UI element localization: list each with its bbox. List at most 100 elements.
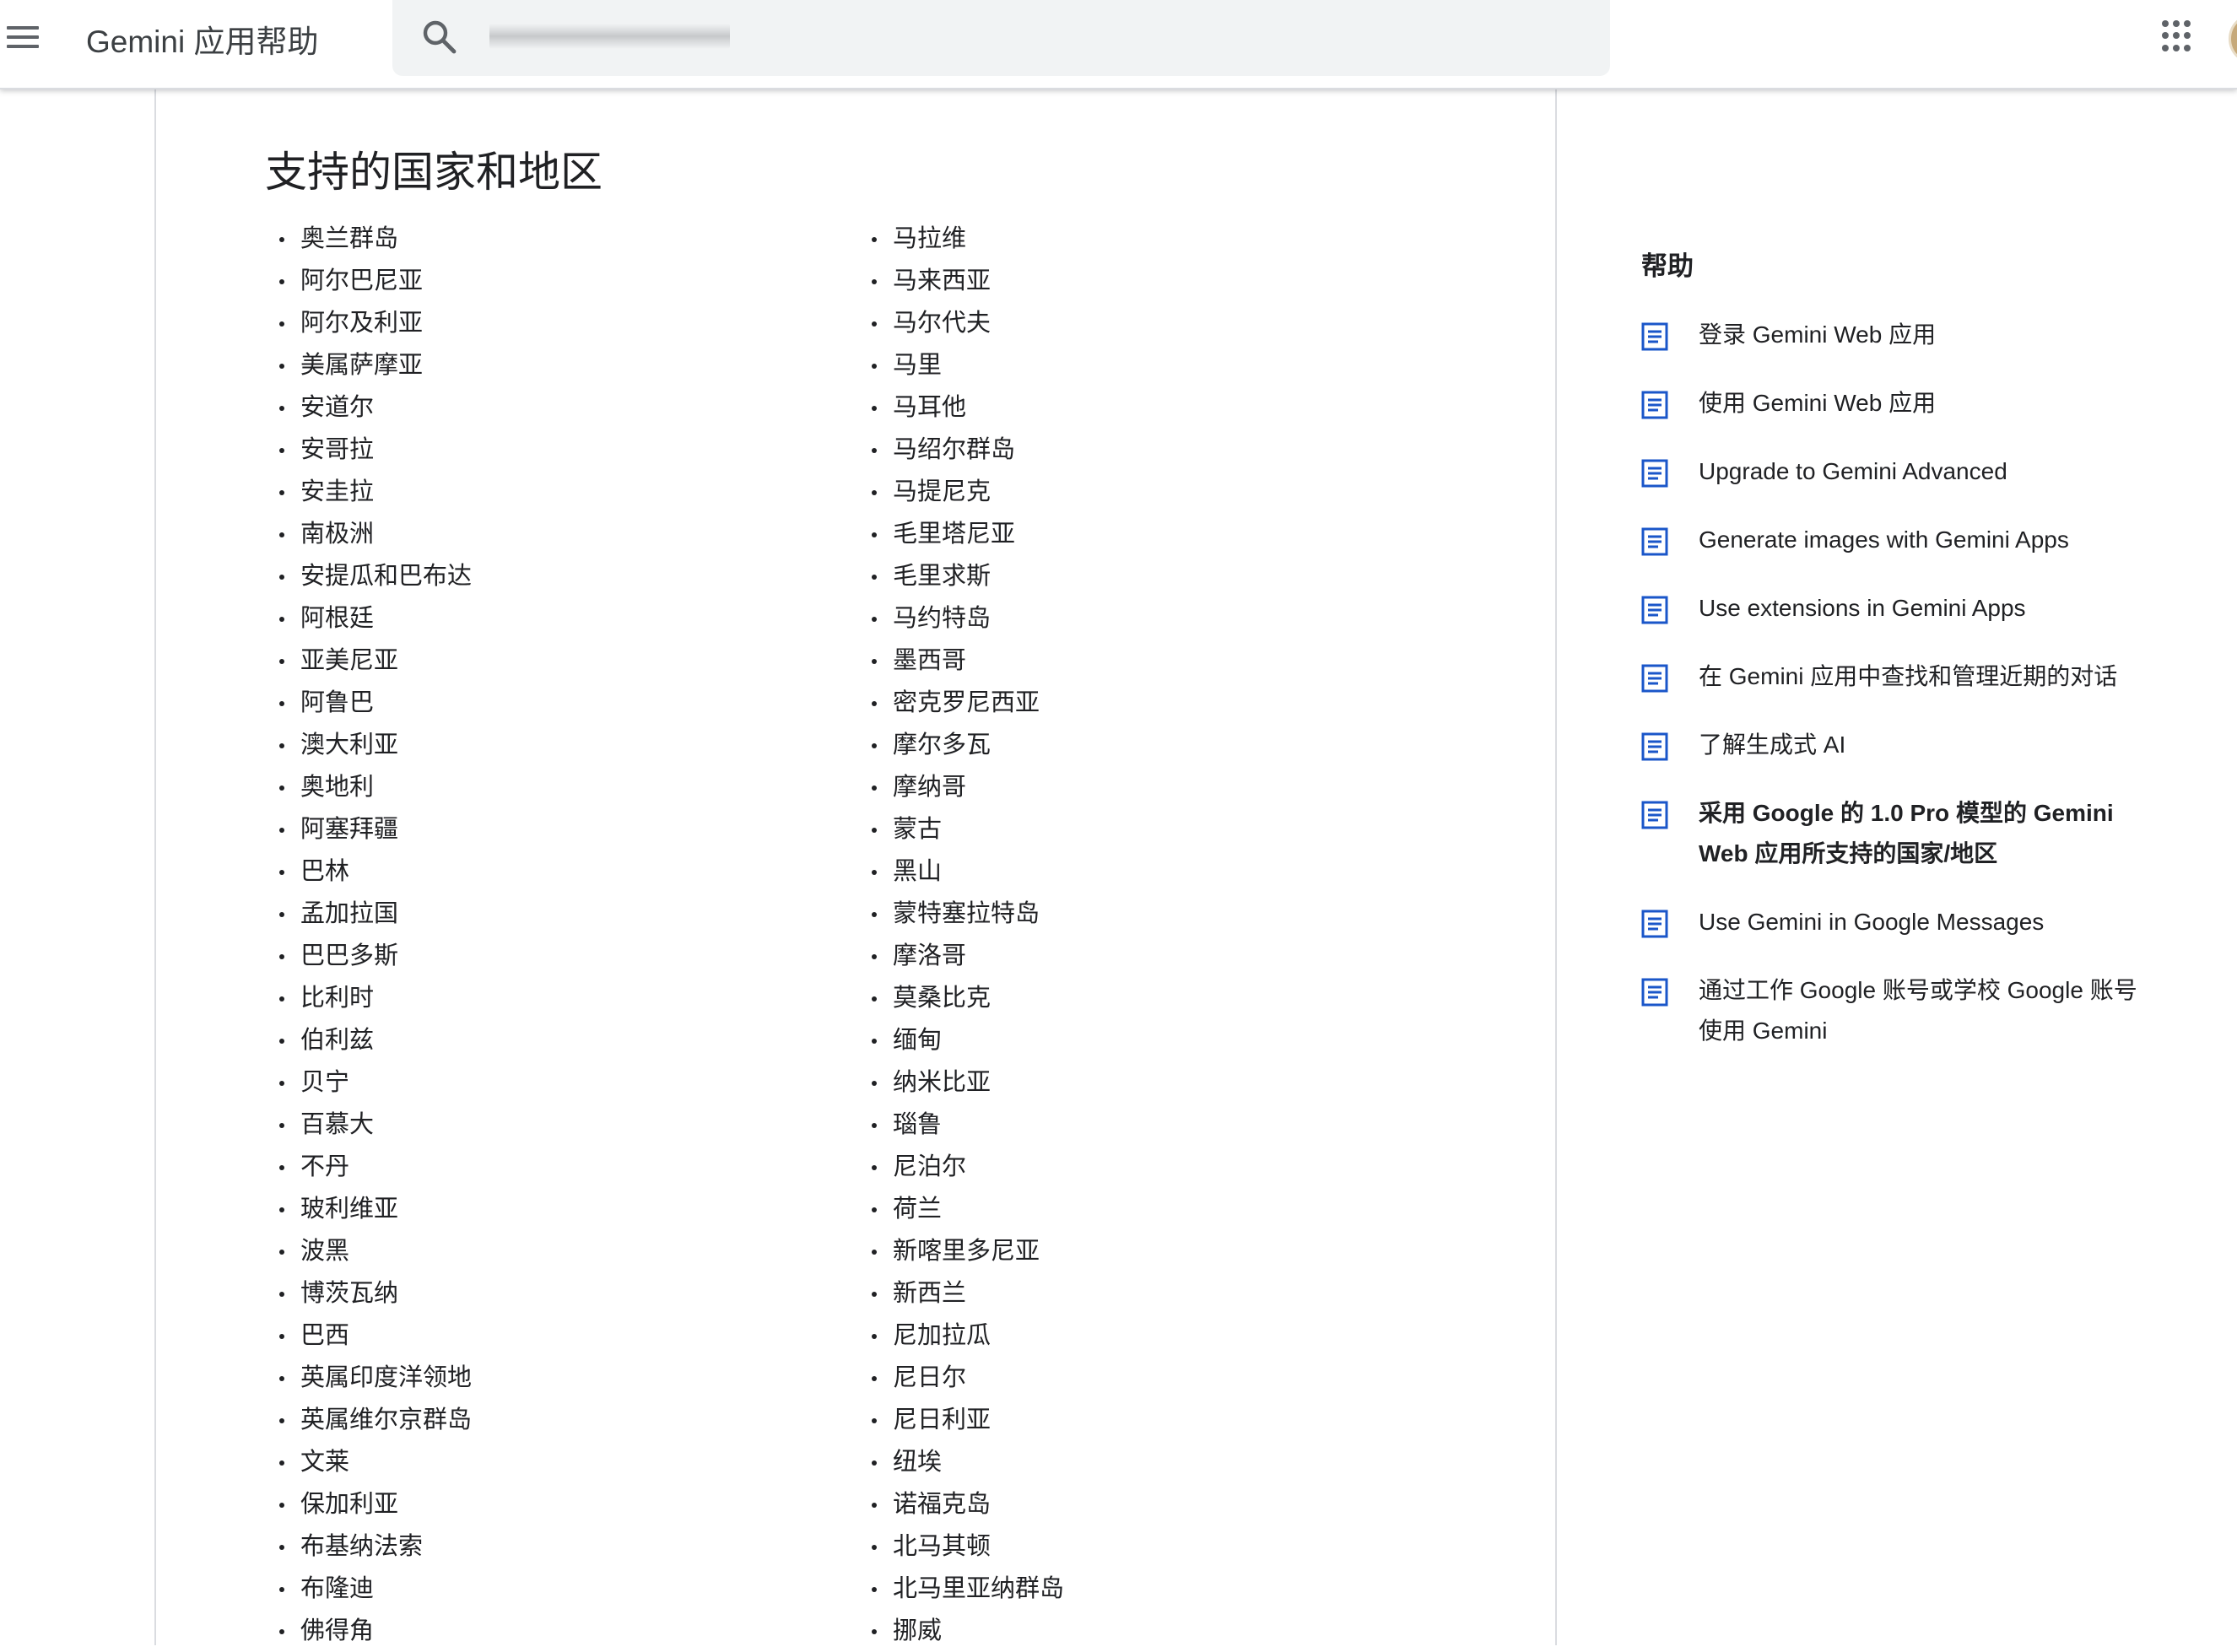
country-list-item: 密克罗尼西亚 <box>872 682 1064 724</box>
country-list-item: 毛里求斯 <box>872 555 1064 597</box>
country-list-item: 马尔代夫 <box>872 302 1064 344</box>
country-list-item: 尼加拉瓜 <box>872 1315 1064 1357</box>
country-list-item: 尼日尔 <box>872 1357 1064 1399</box>
help-article-link[interactable]: Use Gemini in Google Messages <box>1641 908 2148 942</box>
country-list-item: 百慕大 <box>279 1104 472 1146</box>
help-article-link[interactable]: Generate images with Gemini Apps <box>1641 526 2148 560</box>
page-title: 支持的国家和地区 <box>265 148 602 196</box>
help-article-label[interactable]: 登录 Gemini Web 应用 <box>1699 315 1936 355</box>
country-list-item: 毛里塔尼亚 <box>872 513 1064 555</box>
country-list-right: 马拉维 马来西亚 马尔代夫 马里 马耳他 马绍尔群岛 马提尼克 毛里塔尼亚 毛里求斯 马约特岛 墨西… <box>872 218 1064 1652</box>
avatar[interactable] <box>2229 13 2237 64</box>
article-icon <box>1641 596 1668 624</box>
help-article-label[interactable]: 使用 Gemini Web 应用 <box>1699 383 1936 424</box>
country-list-item: 新喀里多尼亚 <box>872 1230 1064 1272</box>
country-list-item: 比利时 <box>279 977 472 1019</box>
help-article-label[interactable]: Generate images with Gemini Apps <box>1699 520 2069 560</box>
country-list-item: 安哥拉 <box>279 429 472 471</box>
country-list-left: 奥兰群岛 阿尔巴尼亚 阿尔及利亚 美属萨摩亚 安道尔 安哥拉 安圭拉 南极洲 安提瓜和巴布达 阿根… <box>279 218 472 1652</box>
help-article-link[interactable]: 在 Gemini 应用中查找和管理近期的对话 <box>1641 662 2148 697</box>
country-list-item: 莫桑比克 <box>872 977 1064 1019</box>
help-article-link[interactable]: 使用 Gemini Web 应用 <box>1641 389 2148 424</box>
country-list-item: 尼泊尔 <box>872 1146 1064 1188</box>
help-article-label[interactable]: Use extensions in Gemini Apps <box>1699 588 2026 629</box>
sidebar-title: 帮助 <box>1641 251 1694 281</box>
country-list-item: 英属维尔京群岛 <box>279 1399 472 1441</box>
article-icon <box>1641 391 1668 419</box>
country-list-item: 贝宁 <box>279 1061 472 1104</box>
country-list-item: 摩纳哥 <box>872 766 1064 808</box>
country-list-item: 阿鲁巴 <box>279 682 472 724</box>
country-list-item: 波黑 <box>279 1230 472 1272</box>
article-icon <box>1641 732 1668 761</box>
help-article-label[interactable]: 在 Gemini 应用中查找和管理近期的对话 <box>1699 656 2117 697</box>
country-list-item: 马里 <box>872 344 1064 386</box>
article-icon <box>1641 527 1668 556</box>
country-list-item: 奥地利 <box>279 766 472 808</box>
country-list-item: 玻利维亚 <box>279 1188 472 1230</box>
menu-icon[interactable] <box>7 19 44 56</box>
country-list-item: 巴巴多斯 <box>279 935 472 977</box>
country-list-item: 安圭拉 <box>279 471 472 513</box>
country-list-item: 保加利亚 <box>279 1483 472 1525</box>
help-article-label[interactable]: Use Gemini in Google Messages <box>1699 902 2044 942</box>
country-list-item: 英属印度洋领地 <box>279 1357 472 1399</box>
help-article-link[interactable]: 登录 Gemini Web 应用 <box>1641 321 2148 355</box>
country-list-item: 佛得角 <box>279 1610 472 1652</box>
country-list-item: 马提尼克 <box>872 471 1064 513</box>
app-title[interactable]: Gemini 应用帮助 <box>86 16 318 62</box>
country-list-item: 马耳他 <box>872 386 1064 429</box>
country-list-item: 马绍尔群岛 <box>872 429 1064 471</box>
country-list-item: 安提瓜和巴布达 <box>279 555 472 597</box>
country-list-item: 博茨瓦纳 <box>279 1272 472 1315</box>
help-article-label[interactable]: 采用 Google 的 1.0 Pro 模型的 Gemini Web 应用所支持… <box>1699 793 2148 874</box>
help-article-link[interactable]: 通过工作 Google 账号或学校 Google 账号使用 Gemini <box>1641 976 2148 1051</box>
country-list-item: 摩洛哥 <box>872 935 1064 977</box>
search-input[interactable] <box>488 22 732 52</box>
country-list-item: 蒙古 <box>872 808 1064 850</box>
country-list-item: 孟加拉国 <box>279 893 472 935</box>
country-list-item: 安道尔 <box>279 386 472 429</box>
country-list-item: 布隆迪 <box>279 1568 472 1610</box>
country-list-item: 阿尔巴尼亚 <box>279 260 472 302</box>
country-list-item: 亚美尼亚 <box>279 640 472 682</box>
country-list-item: 布基纳法索 <box>279 1525 472 1568</box>
article-icon <box>1641 801 1668 829</box>
country-list-item: 北马里亚纳群岛 <box>872 1568 1064 1610</box>
country-list-item: 摩尔多瓦 <box>872 724 1064 766</box>
country-list-item: 黑山 <box>872 850 1064 893</box>
country-list-item: 美属萨摩亚 <box>279 344 472 386</box>
article-icon <box>1641 459 1668 488</box>
help-article-link[interactable]: 采用 Google 的 1.0 Pro 模型的 Gemini Web 应用所支持… <box>1641 799 2148 874</box>
apps-grid-icon[interactable] <box>2162 20 2194 52</box>
country-list-item: 阿塞拜疆 <box>279 808 472 850</box>
article-icon <box>1641 322 1668 351</box>
help-article-link[interactable]: 了解生成式 AI <box>1641 731 2148 765</box>
article-icon <box>1641 910 1668 938</box>
country-list-item: 巴西 <box>279 1315 472 1357</box>
country-list-item: 文莱 <box>279 1441 472 1483</box>
country-list-item: 纽埃 <box>872 1441 1064 1483</box>
country-list-item: 伯利兹 <box>279 1019 472 1061</box>
country-list-item: 诺福克岛 <box>872 1483 1064 1525</box>
country-list-item: 马来西亚 <box>872 260 1064 302</box>
top-app-bar: Gemini 应用帮助 <box>0 0 2237 89</box>
search-icon[interactable] <box>419 17 460 57</box>
country-list-item: 新西兰 <box>872 1272 1064 1315</box>
help-article-label[interactable]: Upgrade to Gemini Advanced <box>1699 451 2007 492</box>
country-list-item: 不丹 <box>279 1146 472 1188</box>
country-list-item: 挪威 <box>872 1610 1064 1652</box>
help-sidebar: 帮助 登录 Gemini Web 应用 使用 Gemini Web 应用 Upgra… <box>1641 245 2148 1085</box>
help-article-link[interactable]: Use extensions in Gemini Apps <box>1641 594 2148 629</box>
country-list-item: 阿根廷 <box>279 597 472 640</box>
country-list-item: 马拉维 <box>872 218 1064 260</box>
article-icon <box>1641 978 1668 1007</box>
country-list-item: 巴林 <box>279 850 472 893</box>
country-list-item: 蒙特塞拉特岛 <box>872 893 1064 935</box>
country-list-item: 纳米比亚 <box>872 1061 1064 1104</box>
help-article-label[interactable]: 通过工作 Google 账号或学校 Google 账号使用 Gemini <box>1699 970 2148 1051</box>
country-list-item: 墨西哥 <box>872 640 1064 682</box>
article-icon <box>1641 664 1668 693</box>
help-article-link[interactable]: Upgrade to Gemini Advanced <box>1641 457 2148 492</box>
help-article-label[interactable]: 了解生成式 AI <box>1699 725 1845 765</box>
